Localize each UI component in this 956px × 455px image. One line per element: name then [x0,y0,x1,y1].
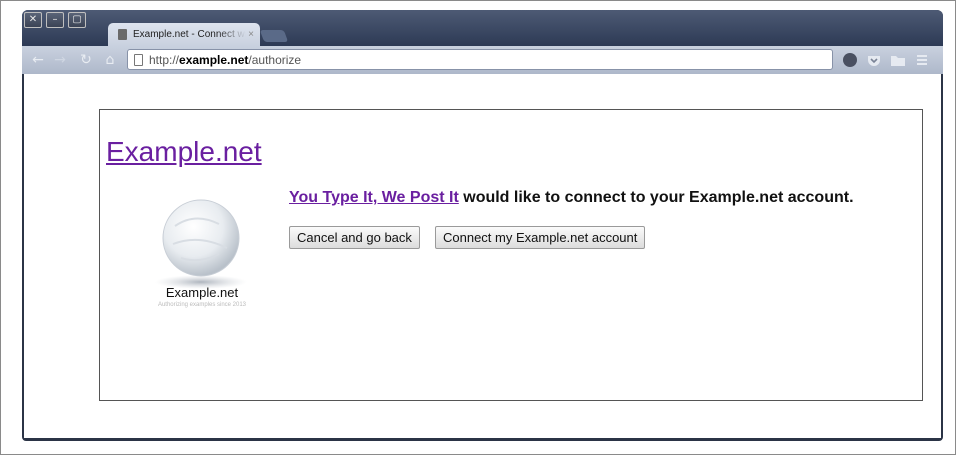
tab-title: Example.net - Connect wi [133,29,247,40]
tab-active[interactable]: Example.net - Connect wi × [108,23,260,46]
site-title-link[interactable]: Example.net [106,136,262,168]
app-name-link[interactable]: You Type It, We Post It [289,189,459,206]
back-icon[interactable]: ← [30,51,46,69]
logo-name: Example.net [165,285,239,300]
authorize-panel: Example.net Example.net Authorizing exam… [99,109,923,401]
home-icon[interactable]: ⌂ [102,51,118,69]
logo-tagline: Authorizing examples since 2013 [157,302,247,308]
url-path: /authorize [248,52,302,67]
page-icon [134,53,143,66]
folder-icon[interactable] [889,51,907,69]
new-tab-button[interactable] [259,30,289,42]
tab-close-icon[interactable]: × [248,29,254,40]
minimize-icon[interactable]: – [46,12,64,28]
authorize-message: You Type It, We Post It would like to co… [289,189,854,207]
browser-window: Example.net - Connect wi × ← → ↻ ⌂ http:… [22,10,943,441]
connect-account-button[interactable]: Connect my Example.net account [435,226,646,249]
forward-icon[interactable]: → [52,51,68,69]
browser-titlebar: Example.net - Connect wi × [22,10,943,46]
extension-dark-icon[interactable] [841,51,859,69]
url-scheme: http:// [149,52,180,67]
pocket-icon[interactable] [865,51,883,69]
maximize-icon[interactable]: ▢ [68,12,86,28]
menu-icon[interactable] [913,51,931,69]
browser-toolbar: ← → ↻ ⌂ http://example.net/authorize [22,46,943,74]
authorize-message-text: would like to connect to your Example.ne… [458,189,854,206]
close-icon[interactable]: ✕ [24,12,42,28]
address-bar[interactable]: http://example.net/authorize [127,49,833,70]
cancel-button[interactable]: Cancel and go back [289,226,420,249]
page-viewport: Example.net Example.net Authorizing exam… [24,74,941,438]
url-host: example.net [179,52,249,67]
page-favicon-icon [118,29,127,40]
url-text: http://example.net/authorize [149,53,301,67]
reload-icon[interactable]: ↻ [78,51,94,69]
window-controls: ✕ – ▢ [24,12,86,28]
